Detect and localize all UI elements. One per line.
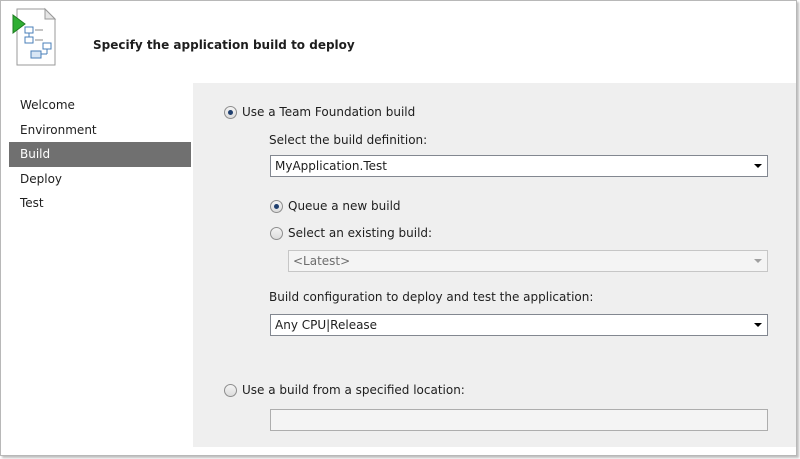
specified-location-radio[interactable]: Use a build from a specified location: <box>224 383 465 397</box>
deploy-wizard-icon <box>9 7 61 67</box>
radio-checked-icon <box>224 105 237 119</box>
radio-unchecked-icon <box>270 226 283 240</box>
sidebar-item-environment[interactable]: Environment <box>9 118 191 143</box>
build-configuration-dropdown[interactable]: Any CPU|Release <box>270 314 768 336</box>
queue-new-build-radio[interactable]: Queue a new build <box>270 199 401 213</box>
queue-new-build-label: Queue a new build <box>288 199 401 213</box>
build-definition-label: Select the build definition: <box>269 133 428 147</box>
sidebar-item-welcome[interactable]: Welcome <box>9 93 191 118</box>
existing-build-radio[interactable]: Select an existing build: <box>270 226 432 240</box>
chevron-down-icon[interactable] <box>749 156 767 176</box>
chevron-down-icon[interactable] <box>749 315 767 335</box>
radio-checked-icon <box>270 199 283 213</box>
build-settings-panel: Use a Team Foundation build Select the b… <box>193 83 796 447</box>
build-configuration-label: Build configuration to deploy and test t… <box>269 290 594 304</box>
wizard-window: Specify the application build to deploy … <box>0 0 797 456</box>
sidebar-item-build[interactable]: Build <box>9 142 191 167</box>
tfs-build-radio[interactable]: Use a Team Foundation build <box>224 105 415 119</box>
existing-build-dropdown[interactable]: <Latest> <box>288 250 768 272</box>
specified-location-label: Use a build from a specified location: <box>242 383 465 397</box>
existing-build-value: <Latest> <box>293 254 351 268</box>
build-configuration-value: Any CPU|Release <box>275 318 378 332</box>
sidebar-item-deploy[interactable]: Deploy <box>9 167 191 192</box>
chevron-down-icon[interactable] <box>749 251 767 271</box>
build-definition-value: MyApplication.Test <box>275 159 387 173</box>
sidebar-item-test[interactable]: Test <box>9 191 191 216</box>
build-definition-dropdown[interactable]: MyApplication.Test <box>270 155 768 177</box>
tfs-build-label: Use a Team Foundation build <box>242 105 416 119</box>
page-title: Specify the application build to deploy <box>93 38 355 52</box>
existing-build-label: Select an existing build: <box>288 226 433 240</box>
wizard-header: Specify the application build to deploy <box>1 1 796 83</box>
wizard-nav: Welcome Environment Build Deploy Test <box>9 93 191 216</box>
build-location-input[interactable] <box>270 409 768 431</box>
radio-unchecked-icon <box>224 383 237 397</box>
